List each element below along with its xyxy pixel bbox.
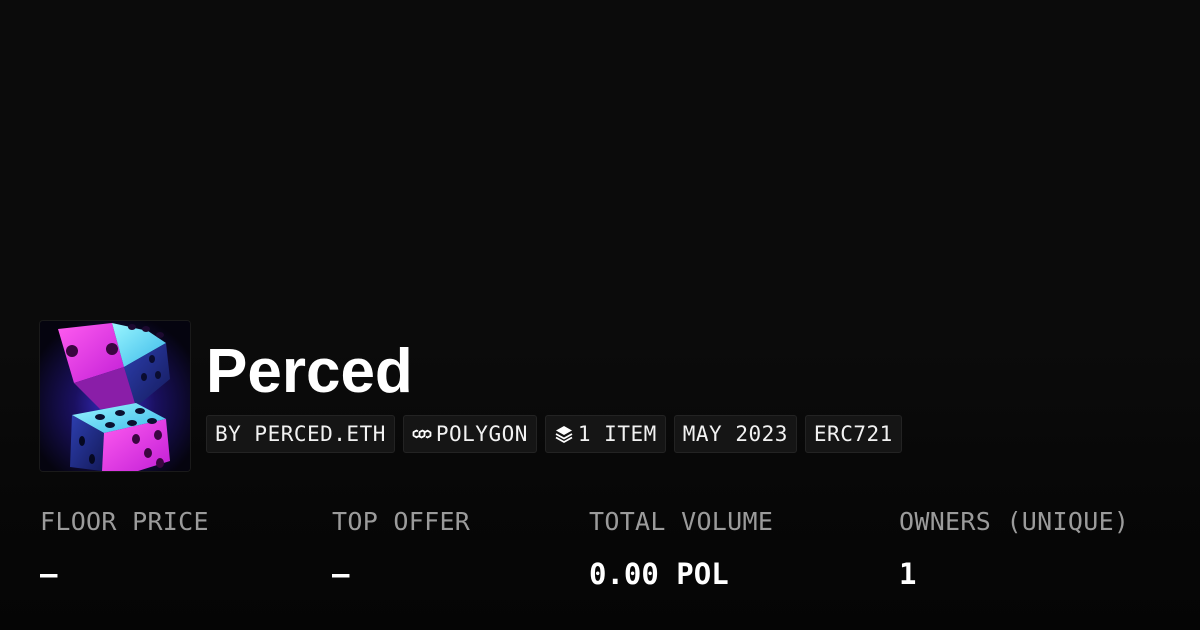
stat-label: FLOOR PRICE: [40, 507, 209, 536]
stat-label: OWNERS (UNIQUE): [899, 507, 1130, 536]
items-label: 1 ITEM: [577, 422, 657, 446]
standard-label: ERC721: [813, 422, 893, 446]
collection-title: Perced: [206, 337, 413, 406]
top-offer-stat: TOP OFFER –: [332, 505, 470, 594]
total-volume-stat: TOTAL VOLUME 0.00 POL: [589, 505, 773, 594]
date-tag: MAY 2023: [673, 415, 797, 453]
polygon-icon: [412, 425, 432, 443]
stat-label: TOTAL VOLUME: [589, 507, 774, 536]
stat-label: TOP OFFER: [332, 507, 471, 536]
date-label: MAY 2023: [682, 422, 788, 446]
owners-stat: OWNERS (UNIQUE) 1: [899, 505, 1129, 594]
layers-icon: [554, 424, 574, 444]
stat-value: 0.00 POL: [589, 557, 729, 591]
stat-value: –: [332, 557, 350, 591]
collection-tags: BY PERCED.ETH POLYGON 1 ITEM MAY 2023 ER…: [206, 415, 902, 453]
standard-tag: ERC721: [804, 415, 902, 453]
items-tag[interactable]: 1 ITEM: [544, 415, 666, 453]
creator-label: BY PERCED.ETH: [215, 422, 386, 446]
dice-image: [40, 321, 190, 471]
chain-label: POLYGON: [435, 422, 528, 446]
creator-tag[interactable]: BY PERCED.ETH: [206, 415, 395, 453]
floor-price-stat: FLOOR PRICE –: [40, 505, 209, 594]
stat-value: –: [40, 557, 58, 591]
stat-value: 1: [899, 557, 917, 591]
collection-avatar[interactable]: [40, 321, 190, 471]
collection-stats: FLOOR PRICE – TOP OFFER – TOTAL VOLUME 0…: [40, 505, 1180, 605]
chain-tag[interactable]: POLYGON: [402, 415, 537, 453]
